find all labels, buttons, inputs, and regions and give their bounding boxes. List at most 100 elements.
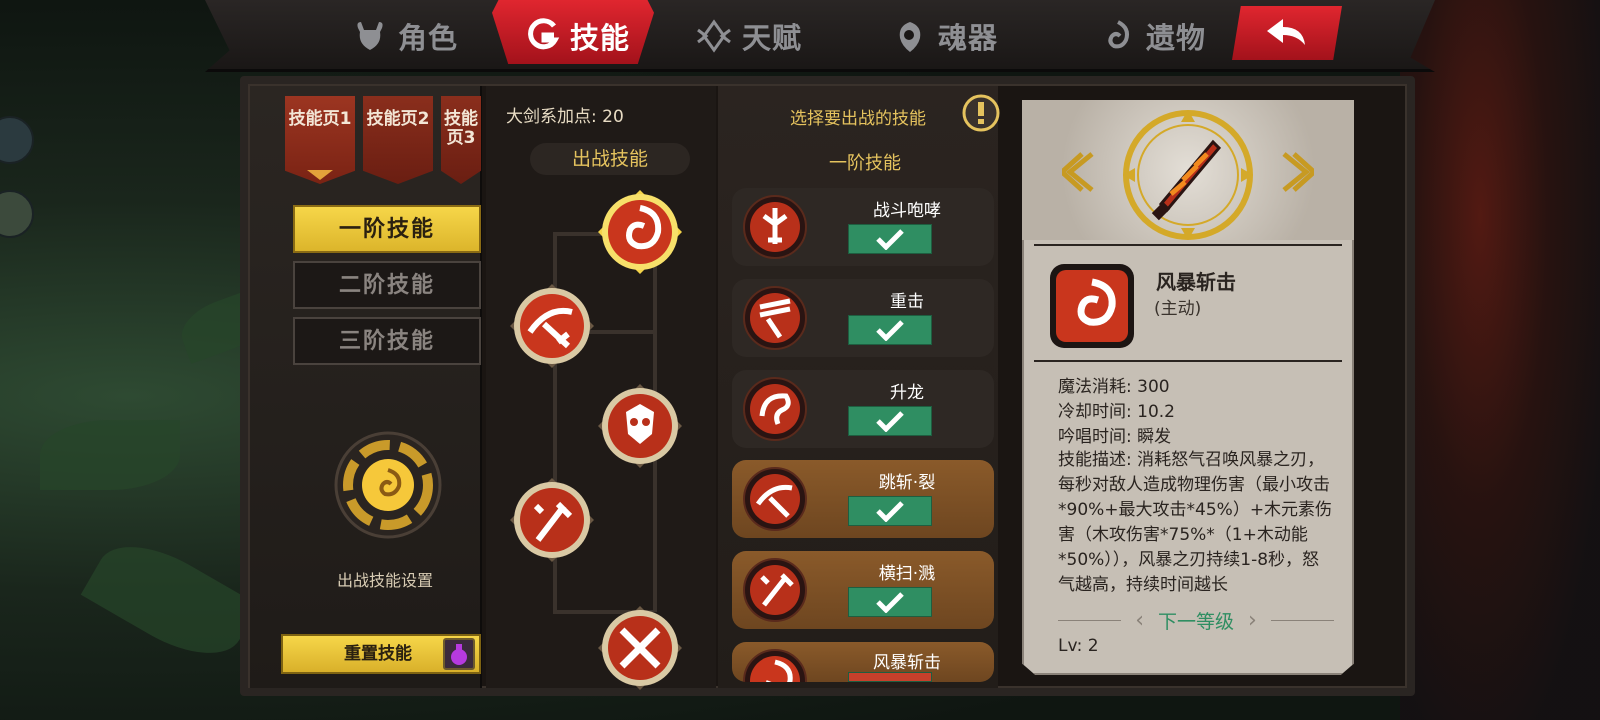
gear-swirl-icon xyxy=(334,431,442,539)
stat-value: 瞬发 xyxy=(1137,427,1172,447)
skill-points-text: 大剑系加点: 20 xyxy=(506,107,624,127)
select-skill-text: 选择要出战的技能 xyxy=(790,109,926,129)
cross-swords-icon xyxy=(598,606,682,690)
tree-node-heavy-strike[interactable] xyxy=(596,604,684,692)
skill-page-tab-3[interactable]: 技能页3 xyxy=(441,96,481,184)
skill-card-rising-dragon[interactable]: 升龙 xyxy=(732,370,994,448)
check-icon xyxy=(876,501,904,522)
stat-label: 吟唱时间: xyxy=(1058,427,1132,447)
stat-mana-cost: 魔法消耗: 300 xyxy=(1058,372,1170,397)
skill-g-icon xyxy=(528,18,560,50)
next-level-label: 下一等级 xyxy=(1158,610,1235,633)
tab-label: 遗物 xyxy=(1146,21,1207,55)
skill-card-war-cry[interactable]: 战斗咆哮 xyxy=(732,188,994,266)
next-level-toggle[interactable]: ‹ 下一等级 › xyxy=(1058,606,1335,634)
potion-icon xyxy=(443,638,475,670)
skill-page-tab-2[interactable]: 技能页2 xyxy=(363,96,433,184)
page-tab-label: 技能页2 xyxy=(366,109,430,129)
relic-swirl-icon xyxy=(1108,20,1129,49)
check-icon xyxy=(876,411,904,432)
back-button[interactable] xyxy=(1232,6,1342,60)
stat-value: 300 xyxy=(1137,377,1170,397)
detail-skill-name: 风暴斩击 xyxy=(1156,270,1236,294)
page-tab-label: 技能页3 xyxy=(444,109,478,148)
battle-settings-button[interactable] xyxy=(333,430,443,540)
tree-node-leap-slash[interactable] xyxy=(508,282,596,370)
skill-name: 重击 xyxy=(890,292,924,312)
skill-name: 横扫·溅 xyxy=(878,564,936,584)
skill-description: 技能描述: 消耗怒气召唤风暴之刃，每秒对敌人造成物理伤害（最小攻击*90%+最大… xyxy=(1058,450,1333,595)
skill-card-sweep[interactable]: 横扫·溅 xyxy=(732,551,994,629)
tab-role[interactable]: 角色 xyxy=(352,8,458,64)
tree-node-storm-slash[interactable] xyxy=(596,188,684,276)
rising-dragon-icon xyxy=(598,384,682,468)
divider-line xyxy=(1058,619,1122,621)
equip-toggle[interactable] xyxy=(848,496,932,526)
leap-slash-icon xyxy=(510,284,594,368)
back-arrow-icon xyxy=(1267,19,1305,45)
tab-talent[interactable]: 天赋 xyxy=(696,8,802,64)
detail-skill-type: (主动) xyxy=(1154,299,1202,319)
tab-label: 天赋 xyxy=(742,21,803,55)
weapon-ring xyxy=(1121,108,1255,242)
check-icon xyxy=(876,229,904,250)
tab-skill[interactable]: 技能 xyxy=(524,8,630,64)
tree-node-rising-dragon[interactable] xyxy=(596,382,684,470)
tier-3-button[interactable]: 三阶技能 xyxy=(293,317,481,365)
prev-weapon-button[interactable] xyxy=(1058,150,1096,194)
exclamation-icon xyxy=(962,94,1000,132)
battle-settings-label: 出战技能设置 xyxy=(336,571,433,590)
next-weapon-button[interactable] xyxy=(1280,150,1318,194)
skill-card-storm-slash[interactable]: 风暴斩击 xyxy=(732,642,994,682)
chevron-left-icon: ‹ xyxy=(1135,607,1144,633)
left-panel xyxy=(250,86,482,688)
war-cry-icon xyxy=(743,195,807,259)
equip-toggle[interactable] xyxy=(848,406,932,436)
equip-toggle[interactable] xyxy=(848,672,932,682)
storm-slash-icon xyxy=(743,649,807,682)
tree-node-sweep[interactable] xyxy=(508,476,596,564)
tab-label: 技能 xyxy=(570,21,631,55)
horned-helmet-icon xyxy=(357,22,383,50)
crystal-icon xyxy=(697,19,731,53)
tab-label: 魂器 xyxy=(938,21,999,55)
equip-toggle[interactable] xyxy=(848,315,932,345)
stat-label: 冷却时间: xyxy=(1058,402,1132,422)
background-fire xyxy=(1400,0,1600,720)
chevron-left-icon xyxy=(1058,152,1094,192)
stat-label: 魔法消耗: xyxy=(1058,377,1132,397)
stat-cooldown: 冷却时间: 10.2 xyxy=(1058,397,1175,422)
soul-drop-icon xyxy=(899,22,921,52)
tab-soul[interactable]: 魂器 xyxy=(892,8,998,64)
equip-toggle[interactable] xyxy=(848,587,932,617)
divider xyxy=(1034,360,1342,362)
chevron-right-icon: › xyxy=(1248,607,1257,633)
skill-card-leap-slash[interactable]: 跳斩·裂 xyxy=(732,460,994,538)
skill-name: 风暴斩击 xyxy=(873,653,941,673)
sweep-icon xyxy=(510,478,594,562)
chevron-right-icon xyxy=(1282,152,1318,192)
detail-skill-icon xyxy=(1048,262,1136,350)
skill-page-tab-1[interactable]: 技能页1 xyxy=(285,96,355,184)
reset-skills-button[interactable]: 重置技能 xyxy=(281,634,481,674)
check-icon xyxy=(876,592,904,613)
skill-name: 升龙 xyxy=(890,383,924,403)
battle-skills-header: 出战技能 xyxy=(530,143,690,175)
rising-dragon-icon xyxy=(743,377,807,441)
background-leaf xyxy=(40,420,180,490)
storm-slash-icon xyxy=(598,190,682,274)
divider-line xyxy=(1270,619,1335,621)
leap-slash-icon xyxy=(743,467,807,531)
hint-button[interactable] xyxy=(962,94,1000,132)
stat-value: 10.2 xyxy=(1137,402,1175,422)
tier-2-button[interactable]: 二阶技能 xyxy=(293,261,481,309)
tier-1-button[interactable]: 一阶技能 xyxy=(293,205,481,253)
selected-chevron-icon xyxy=(307,170,333,180)
tab-label: 角色 xyxy=(398,21,459,55)
tab-relic[interactable]: 遗物 xyxy=(1100,8,1206,64)
skill-card-heavy-strike[interactable]: 重击 xyxy=(732,279,994,357)
reset-label: 重置技能 xyxy=(344,644,412,664)
heavy-strike-icon xyxy=(743,286,807,350)
page-tab-label: 技能页1 xyxy=(288,109,352,129)
equip-toggle[interactable] xyxy=(848,224,932,254)
